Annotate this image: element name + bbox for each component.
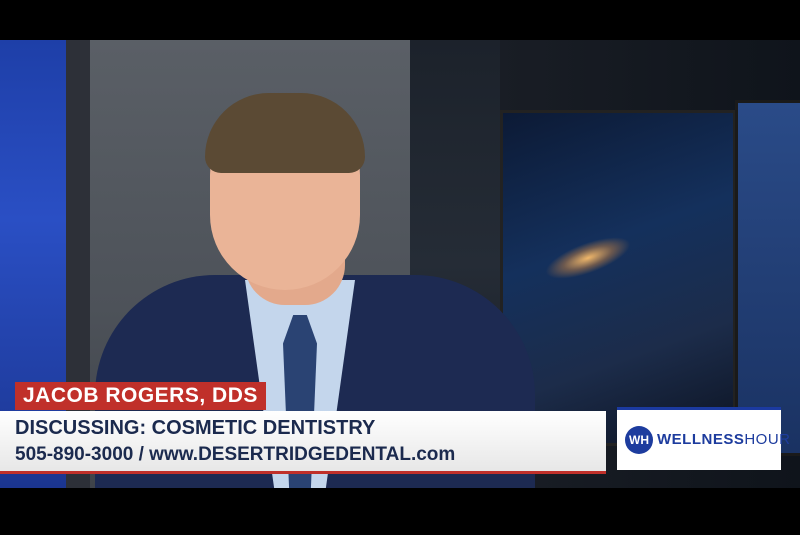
- contact-text: 505-890-3000 / www.DESERTRIDGEDENTAL.com: [15, 444, 456, 465]
- logo-wordmark: WELLNESSHOUR: [657, 431, 791, 448]
- lower-third-info: DISCUSSING: COSMETIC DENTISTRY 505-890-3…: [0, 411, 606, 474]
- wh-logo-icon: WH: [625, 426, 653, 454]
- topic-text: DISCUSSING: COSMETIC DENTISTRY: [15, 417, 376, 439]
- logo-text-light: HOUR: [744, 431, 791, 448]
- background-monitor: [500, 110, 736, 446]
- hair: [205, 93, 365, 173]
- logo-text-bold: WELLNESS: [657, 431, 745, 448]
- guest-name-bar: JACOB ROGERS, DDS: [15, 382, 266, 410]
- wellness-hour-logo: WH WELLNESSHOUR: [617, 407, 790, 470]
- background-monitor-right: [735, 100, 800, 456]
